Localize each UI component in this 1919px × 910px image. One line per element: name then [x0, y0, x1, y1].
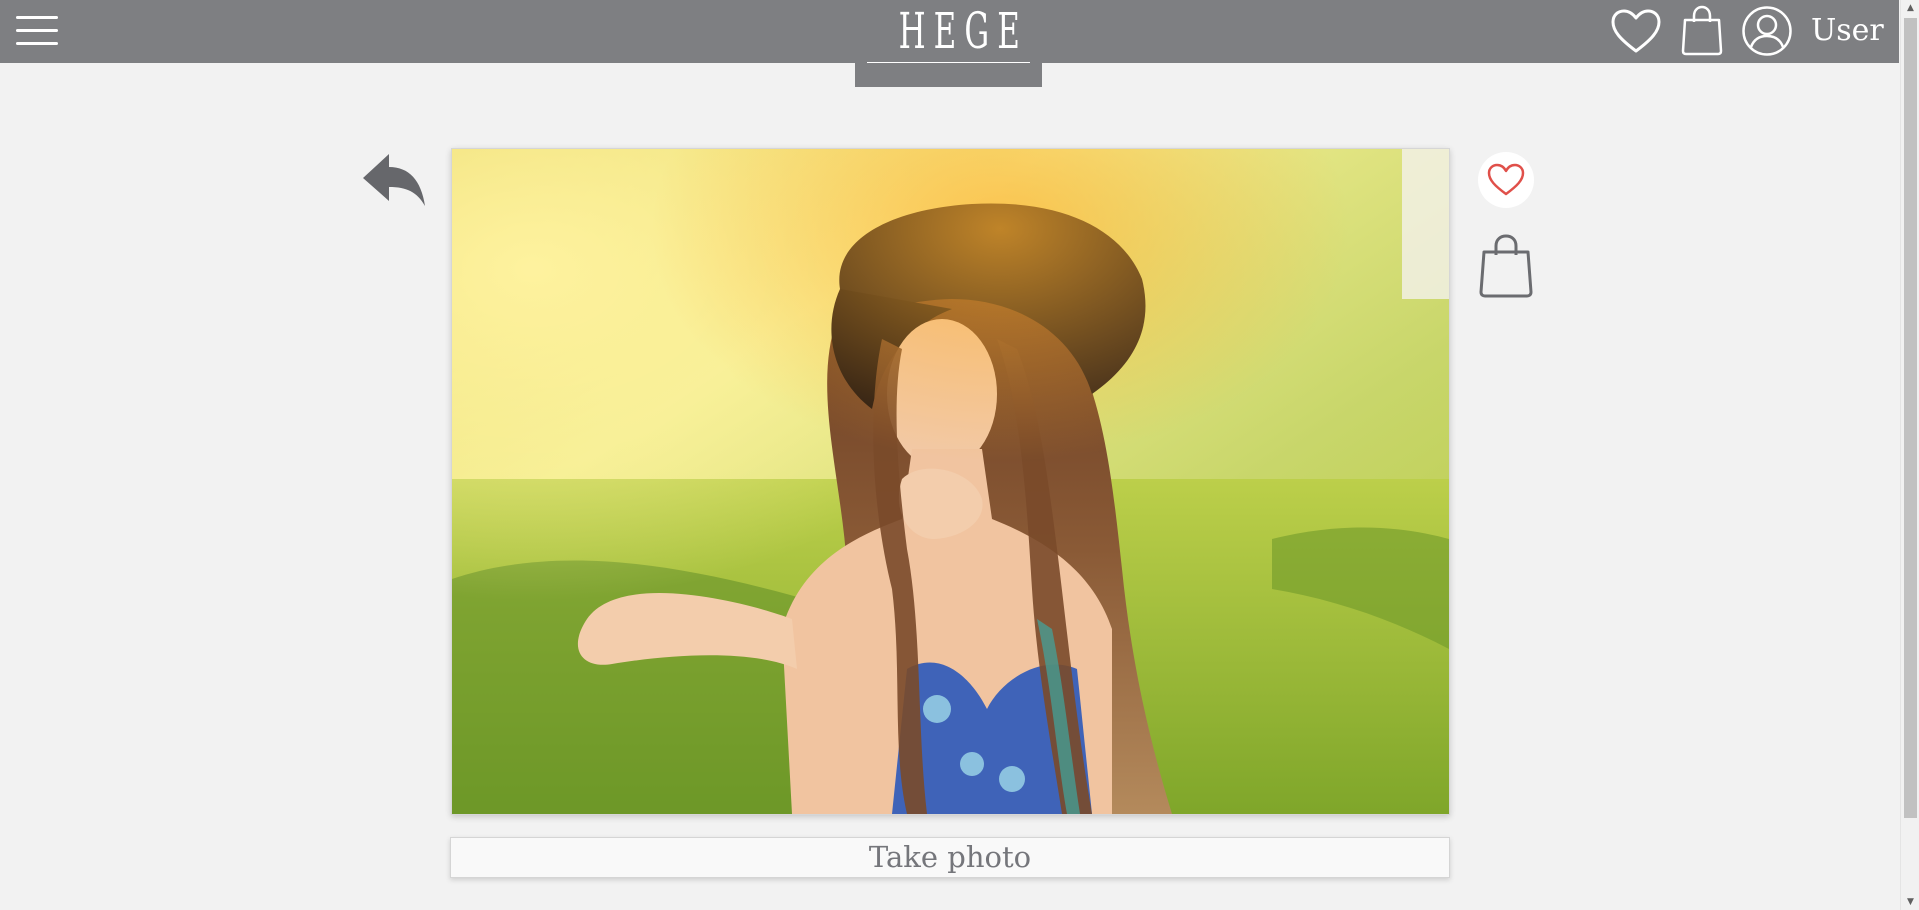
- menu-icon[interactable]: [14, 12, 60, 50]
- photo-preview: [451, 148, 1450, 815]
- user-label[interactable]: User: [1811, 10, 1884, 52]
- portrait-photo: [452, 149, 1449, 814]
- add-to-bag-icon[interactable]: [1478, 233, 1534, 299]
- heart-icon[interactable]: [1610, 8, 1662, 54]
- take-photo-button[interactable]: Take photo: [450, 837, 1450, 878]
- logo[interactable]: HEGE: [855, 0, 1042, 87]
- scrollbar[interactable]: ▲ ▼: [1900, 0, 1919, 910]
- logo-underline: [867, 62, 1030, 63]
- favorite-button[interactable]: [1478, 152, 1534, 208]
- scroll-up-arrow-icon[interactable]: ▲: [1901, 0, 1919, 16]
- logo-text: HEGE: [898, 2, 1028, 60]
- back-arrow-icon[interactable]: [359, 150, 427, 208]
- shopping-bag-icon[interactable]: [1681, 5, 1723, 57]
- scrollbar-thumb[interactable]: [1904, 18, 1917, 818]
- user-icon[interactable]: [1741, 5, 1793, 57]
- scroll-down-arrow-icon[interactable]: ▼: [1901, 894, 1919, 910]
- heart-outline-icon: [1487, 163, 1525, 196]
